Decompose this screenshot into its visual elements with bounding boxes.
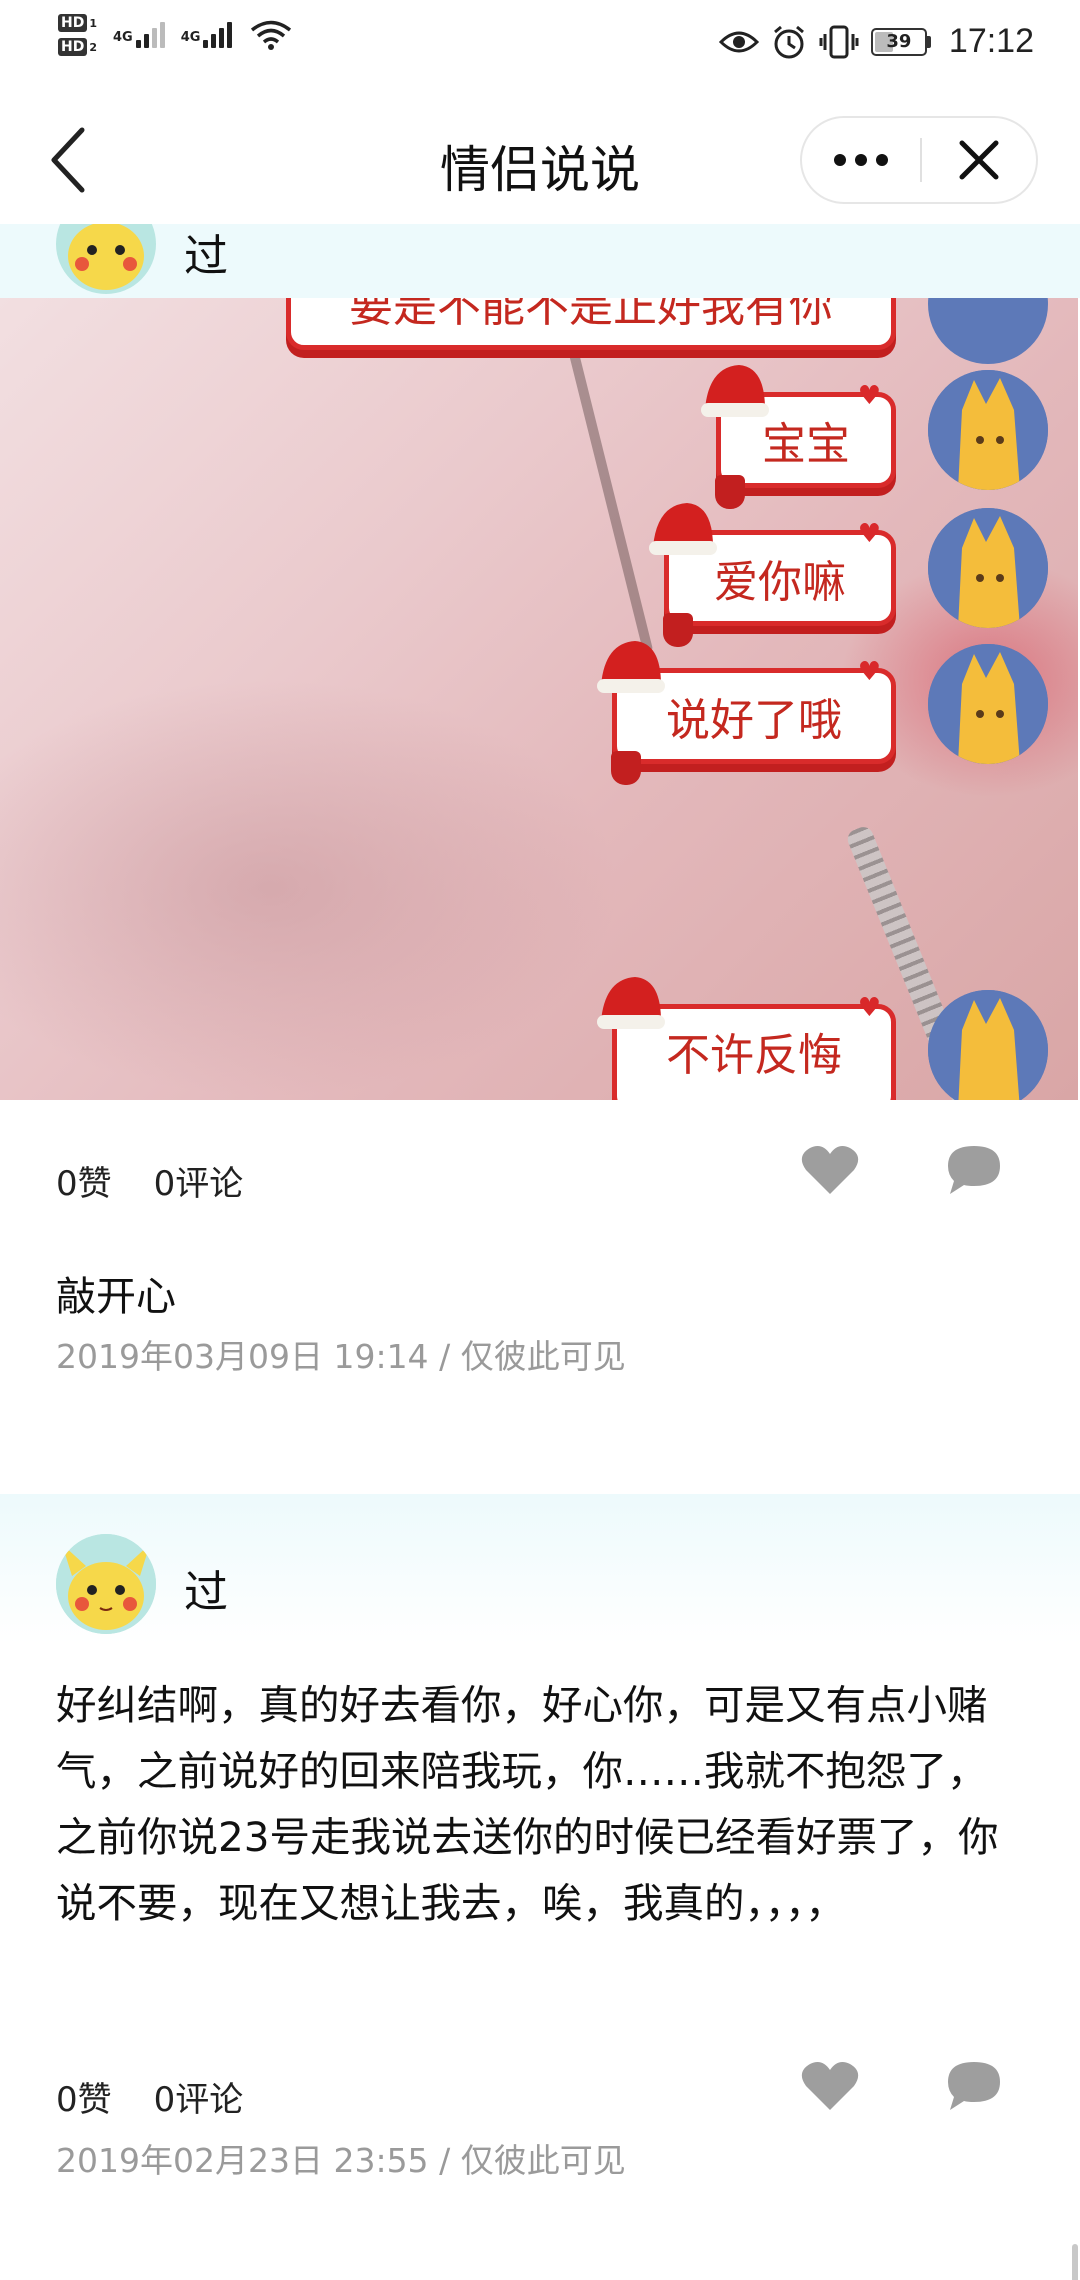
chat-avatar [928,370,1048,490]
more-icon [834,154,846,166]
post-caption: 敲开心 [56,1274,176,1320]
post-date: 2019年03月09日 19:14 [56,1337,429,1376]
santa-hat-icon [701,365,769,417]
battery-level: 39 [886,30,912,52]
chat-bubble-text: 要是不能不是正好我有你 [349,298,833,332]
pikachu-avatar-icon [56,1534,156,1634]
avatar[interactable] [56,1534,156,1634]
hd-indicators: HD 1 HD 2 [58,14,97,56]
heart-icon [801,2062,859,2110]
chat-bubble: ♥ 宝宝 [701,365,896,509]
nav-bar: 情侣说说 [0,96,1080,224]
santa-hat-icon [649,503,717,555]
hd1-icon: HD 1 [58,14,97,32]
heart-icon: ♥ [857,381,881,411]
chat-avatar [928,990,1048,1100]
close-button[interactable] [922,118,1036,202]
like-button[interactable] [800,1142,860,1202]
heart-icon: ♥ [857,993,881,1023]
post-card: 过 好纠结啊，真的好去看你，好心你，可是又有点小赌气，之前说好的回来陪我玩，你…… [0,1494,1080,2280]
hd2-label: HD [58,38,88,56]
santa-hat-icon [597,977,665,1029]
wifi-icon [251,20,292,50]
post-meta: 2019年03月09日 19:14 / 仅彼此可见 [56,1330,626,1378]
santa-hat-icon [597,641,665,693]
post-visibility: 仅彼此可见 [460,1337,626,1376]
pikachu-avatar-icon [56,224,156,294]
comment-icon [948,2062,1000,2110]
chat-bubble-text: 宝宝 [762,419,850,470]
chat-avatar [928,644,1048,764]
vibrate-icon [819,25,859,58]
meta-separator: / [439,1337,451,1376]
hd1-sub: 1 [89,16,97,30]
comment-count[interactable]: 0评论 [154,1156,244,1205]
chat-avatar [928,298,1048,364]
heart-icon: ♥ [857,519,881,549]
close-icon [959,140,999,180]
chat-bubble-text: 爱你嘛 [714,557,846,608]
hd2-sub: 2 [89,40,97,54]
comment-button[interactable] [944,2058,1006,2118]
heart-icon [801,1146,859,1194]
like-count[interactable]: 0赞 [56,2072,112,2121]
chat-avatar [928,508,1048,628]
chat-bubble-text: 不许反悔 [666,1030,842,1081]
comment-icon [948,1146,1000,1194]
status-left: HD 1 HD 2 4G 4G [58,14,292,56]
comment-count[interactable]: 0评论 [154,2072,244,2121]
post-header: 过 [0,224,1080,298]
feed[interactable]: 过 要是不能不是正好我有你 ♥ 宝宝 ♥ 爱你嘛 ♥ 说好了哦 ♥ 不许反悔 0… [0,224,1080,2280]
hd2-icon: HD 2 [58,38,97,56]
post-counts: 0赞 0评论 [56,1156,243,1205]
post-text: 好纠结啊，真的好去看你，好心你，可是又有点小赌气，之前说好的回来陪我玩，你……我… [56,1681,999,1927]
alarm-icon [773,25,804,58]
avatar[interactable] [56,224,156,294]
signal-icon: 4G [181,22,233,48]
scrollbar-thumb[interactable] [1072,2244,1078,2280]
post-visibility: 仅彼此可见 [460,2141,626,2180]
hd1-label: HD [58,14,88,32]
signal-icon: 4G [113,22,165,48]
like-count[interactable]: 0赞 [56,1156,112,1205]
author-name: 过 [184,1567,228,1618]
chat-bubble: ♥ 爱你嘛 [649,503,896,647]
post-actions: 0赞 0评论 [0,2054,1080,2134]
chat-bubble: ♥ 说好了哦 [597,641,896,785]
status-time: 17:12 [948,22,1034,60]
author-name: 过 [184,231,228,282]
like-button[interactable] [800,2058,860,2118]
mini-program-capsule [800,116,1038,204]
post-counts: 0赞 0评论 [56,2072,243,2121]
more-button[interactable] [802,118,920,202]
post-date: 2019年02月23日 23:55 [56,2141,429,2180]
status-bar: HD 1 HD 2 4G 4G 39 17:12 [0,0,1080,96]
chat-bubble: ♥ 不许反悔 [597,977,896,1100]
battery-icon: 39 [870,27,931,56]
net2-label: 4G [180,30,201,45]
post-header: 过 [0,1494,1080,1644]
meta-separator: / [439,2141,451,2180]
post-actions: 0赞 0评论 [0,1138,1080,1218]
net1-label: 4G [113,30,133,45]
eye-icon [718,31,759,52]
chat-bubble: 要是不能不是正好我有你 [286,298,896,350]
post-meta: 2019年02月23日 23:55 / 仅彼此可见 [56,2134,626,2182]
comment-button[interactable] [944,1142,1006,1202]
heart-icon: ♥ [857,657,881,687]
chat-bubble-text: 说好了哦 [666,695,842,746]
post-photo[interactable]: 要是不能不是正好我有你 ♥ 宝宝 ♥ 爱你嘛 ♥ 说好了哦 ♥ 不许反悔 [0,298,1078,1100]
status-right: 39 17:12 [718,22,1034,61]
